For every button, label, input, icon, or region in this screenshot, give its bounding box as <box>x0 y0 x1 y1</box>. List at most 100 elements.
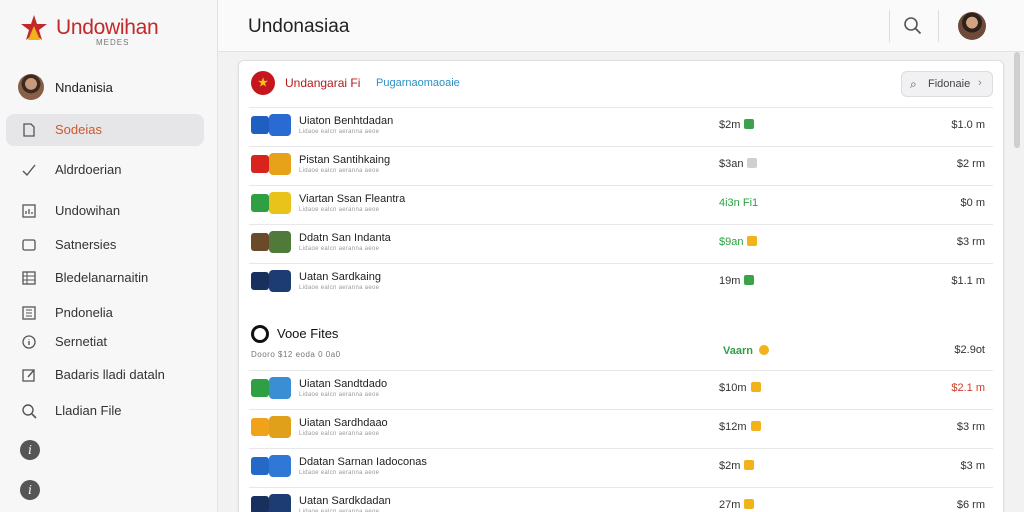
logo-subtext: MEDES <box>96 38 130 47</box>
item-value: $2m <box>719 119 755 131</box>
thumbnail-icon <box>269 455 291 477</box>
list-item[interactable]: Uiatan Sandtdado Lidaoe ealcn aeranna aeo… <box>249 370 993 408</box>
item-value: $10m <box>719 382 761 394</box>
item-title: Uatan Sardkdadan <box>299 495 391 507</box>
sidebar-item-label: Aldrdoerian <box>55 162 122 177</box>
item-subtitle: Lidaoe ealcn aeranna aeoe <box>299 129 380 135</box>
item-subtitle: Lidaoe ealcn aeranna aeoe <box>299 431 380 437</box>
status-text: Vaarn <box>723 345 753 357</box>
thumbnail-icon <box>269 270 291 292</box>
sidebar-item-undowihan[interactable]: Undowihan <box>6 195 204 227</box>
sidebar-item-sernetiat[interactable]: Sernetiat <box>6 326 204 358</box>
item-amount: $2 rm <box>956 158 985 170</box>
app-icon <box>251 418 269 436</box>
item-value-text: $10m <box>719 382 747 394</box>
item-value-text: $9an <box>719 236 744 248</box>
sidebar: Undowihan MEDES Nndanisia Sodeias Aldrdo… <box>0 0 218 512</box>
square-icon <box>20 237 38 253</box>
status-badge-icon <box>747 158 758 168</box>
sidebar-item-satnersies[interactable]: Satnersies <box>6 229 204 261</box>
item-value: $3an <box>719 158 758 170</box>
sidebar-item-lladian-file[interactable]: Lladian File <box>6 395 204 427</box>
sidebar-item-label: Bledelanarnaitin <box>55 270 149 285</box>
item-amount: $3 m <box>960 460 985 472</box>
sidebar-item-bledelanarnaitin[interactable]: Bledelanarnaitin <box>6 262 204 294</box>
star-logo-icon <box>21 15 47 40</box>
app-icon <box>251 379 269 397</box>
item-amount: $1.0 m <box>951 119 985 131</box>
thumbnail-icon <box>269 494 291 512</box>
sidebar-item-label: Badaris lladi dataln <box>55 367 165 382</box>
thumbnail-icon <box>269 377 291 399</box>
sidebar-item-label: Lladian File <box>55 403 122 418</box>
list-item[interactable]: Uatan Sardkdadan Lidaoe ealcn aeranna aeo… <box>249 487 993 512</box>
app-icon <box>251 116 269 134</box>
status-badge-icon <box>744 460 755 470</box>
section-subtitle: Dooro $12 eoda 0 0a0 <box>251 350 341 359</box>
app-icon <box>251 496 269 512</box>
app-logo[interactable]: Undowihan MEDES <box>20 14 200 50</box>
status-badge-icon <box>744 119 755 129</box>
filter-button[interactable]: ⌕ Fidonaie › <box>901 71 993 97</box>
sidebar-profile[interactable]: Nndanisia <box>18 74 208 100</box>
logo-text: Undowihan <box>56 16 159 39</box>
item-subtitle: Lidaoe ealcn aeranna aeoe <box>299 470 380 476</box>
help-icon[interactable]: i <box>20 440 40 460</box>
divider <box>889 10 890 42</box>
item-subtitle: Lidaoe ealcn aeranna aeoe <box>299 285 380 291</box>
item-value-text: $2m <box>719 460 741 472</box>
thumbnail-icon <box>269 231 291 253</box>
status-dot-icon <box>758 345 769 355</box>
sidebar-item-pndonelia[interactable]: Pndonelia <box>6 297 204 329</box>
app-icon <box>251 233 269 251</box>
search-icon <box>20 403 38 419</box>
list-item[interactable]: Pistan Santihkaing Lidaoe ealcn aeranna a… <box>249 146 993 184</box>
app-icon <box>251 457 269 475</box>
status-badge-icon <box>750 382 761 392</box>
info-button-icon[interactable]: i <box>20 480 40 500</box>
item-subtitle: Lidaoe ealcn aeranna aeoe <box>299 207 380 213</box>
thumbnail-icon <box>269 416 291 438</box>
item-value-text: 19m <box>719 275 741 287</box>
list-item[interactable]: Uatan Sardkaing Lidaoe ealcn aeranna aeoe… <box>249 263 993 301</box>
list-item[interactable]: Ddatn San Indanta Lidaoe ealcn aeranna ae… <box>249 224 993 262</box>
list-item[interactable]: Ddatan Sarnan Iadoconas Lidaoe ealcn aera… <box>249 448 993 486</box>
card-subtitle[interactable]: Pugarnaomaoaie <box>376 77 460 89</box>
list-item[interactable]: Viartan Ssan Fleantra Lidaoe ealcn aerann… <box>249 185 993 223</box>
sidebar-item-sodeias[interactable]: Sodeias <box>6 114 204 146</box>
sidebar-item-label: Undowihan <box>55 203 121 218</box>
top-bar: Undonasiaa <box>218 0 1024 52</box>
item-title: Uiaton Benhtdadan <box>299 115 394 127</box>
brand-icon: ★ <box>251 71 275 95</box>
filter-label: Fidonaie <box>928 78 971 90</box>
info-icon <box>20 334 38 350</box>
document-icon <box>20 122 38 138</box>
item-title: Uiatan Sandtdado <box>299 378 388 390</box>
item-title: Pistan Santihkaing <box>299 154 391 166</box>
scrollbar[interactable] <box>1014 52 1020 148</box>
app-icon <box>251 194 269 212</box>
item-value-text: 4i3n Fi1 <box>719 197 759 209</box>
item-subtitle: Lidaoe ealcn aeranna aeoe <box>299 246 380 252</box>
app-icon <box>251 155 269 173</box>
thumbnail-icon <box>269 114 291 136</box>
chart-icon <box>20 203 38 219</box>
sidebar-item-label: Satnersies <box>55 237 117 252</box>
divider <box>938 10 939 42</box>
item-value: $12m <box>719 421 761 433</box>
content-card: ★ Undangarai Fi Pugarnaomaoaie ⌕ Fidonai… <box>238 60 1004 512</box>
list-item[interactable]: Uiaton Benhtdadan Lidaoe ealcn aeranna ae… <box>249 107 993 145</box>
sidebar-item-aldrdoerian[interactable]: Aldrdoerian <box>6 154 204 186</box>
page-title: Undonasiaa <box>248 16 350 37</box>
circle-icon <box>251 325 269 343</box>
search-icon[interactable] <box>903 16 923 36</box>
section-total: $2.9ot <box>954 344 985 356</box>
item-value: 19m <box>719 275 755 287</box>
user-avatar[interactable] <box>958 12 986 40</box>
item-amount: $0 m <box>960 197 985 209</box>
item-value: 27m <box>719 499 755 511</box>
sidebar-item-badaris[interactable]: Badaris lladi dataln <box>6 359 204 391</box>
item-amount: $2.1 m <box>951 382 985 394</box>
profile-name: Nndanisia <box>55 80 113 95</box>
list-item[interactable]: Uiatan Sardhdaao Lidaoe ealcn aeranna aeo… <box>249 409 993 447</box>
